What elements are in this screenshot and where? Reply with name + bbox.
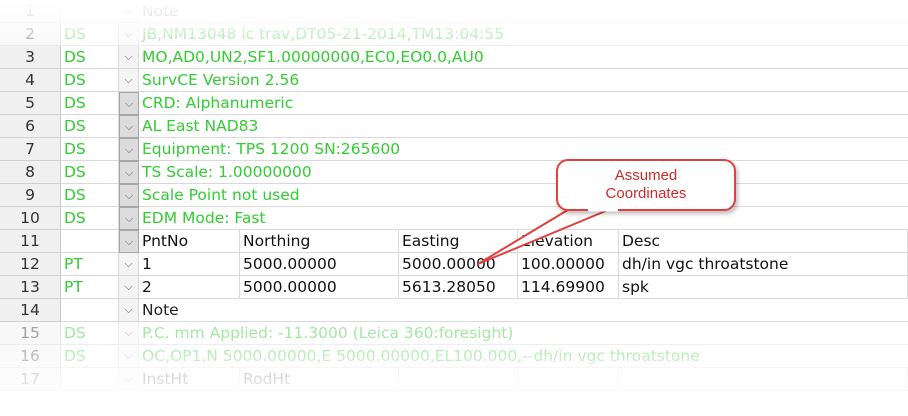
callout-pointer-joint xyxy=(588,208,618,212)
